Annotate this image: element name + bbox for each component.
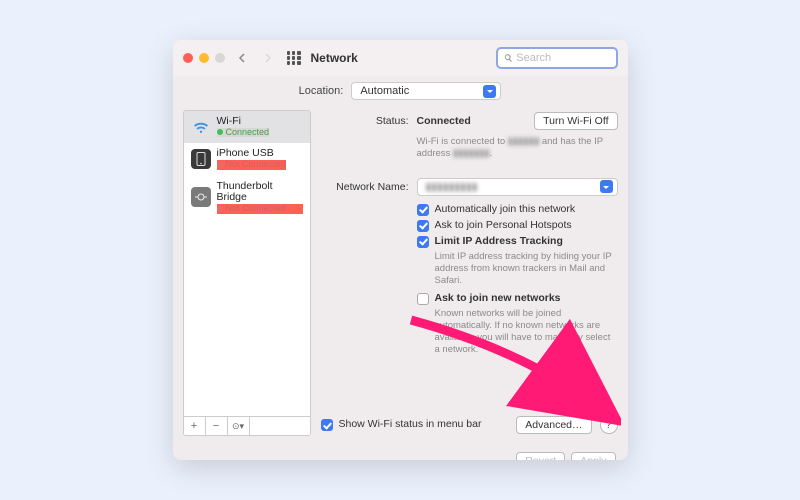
zoom-icon[interactable] [215, 53, 225, 63]
network-name-label: Network Name: [321, 181, 409, 193]
chevron-down-icon [483, 85, 496, 98]
sidebar-controls: + − ⊙▾ [184, 416, 310, 435]
sidebar-item-iphone-usb[interactable]: iPhone USB Not Connected [184, 143, 310, 175]
location-row: Location: Automatic [173, 76, 628, 110]
status-dot-icon [217, 129, 223, 135]
revert-button[interactable]: Revert [516, 452, 565, 460]
status-value: Connected [417, 115, 471, 127]
forward-button[interactable] [259, 49, 277, 67]
location-label: Location: [299, 85, 344, 97]
wifi-off-button[interactable]: Turn Wi-Fi Off [534, 112, 617, 130]
add-interface-button[interactable]: + [184, 417, 206, 435]
remove-interface-button[interactable]: − [206, 417, 228, 435]
location-select[interactable]: Automatic [351, 82, 501, 100]
grid-icon [287, 51, 301, 65]
window-title: Network [311, 51, 358, 65]
ask-new-description: Known networks will be joined automatica… [417, 308, 618, 356]
iphone-icon [191, 149, 211, 169]
status-description: Wi-Fi is connected to ▮▮▮▮▮▮ and has the… [417, 136, 618, 160]
limit-ip-description: Limit IP address tracking by hiding your… [417, 251, 618, 287]
status-dot-icon [217, 162, 223, 168]
status-label: Status: [321, 115, 409, 127]
menubar-status-checkbox[interactable]: Show Wi-Fi status in menu bar [321, 418, 482, 431]
search-icon [504, 53, 513, 63]
sidebar-item-wifi[interactable]: Wi-Fi Connected [184, 111, 310, 143]
search-field[interactable] [496, 47, 618, 69]
location-value: Automatic [360, 85, 409, 97]
minimize-icon[interactable] [199, 53, 209, 63]
advanced-button[interactable]: Advanced… [516, 416, 591, 434]
detail-pane: Status: Connected Turn Wi-Fi Off Wi-Fi i… [321, 110, 618, 436]
apply-button[interactable]: Apply [571, 452, 615, 460]
chevron-down-icon [600, 180, 613, 193]
ask-new-networks-checkbox[interactable]: Ask to join new networks [417, 292, 618, 305]
close-icon[interactable] [183, 53, 193, 63]
footer-buttons: Revert Apply [173, 446, 628, 460]
wifi-icon [191, 117, 211, 137]
network-name-value: ▮▮▮▮▮▮▮▮▮ [426, 181, 478, 193]
network-name-select[interactable]: ▮▮▮▮▮▮▮▮▮ [417, 178, 618, 196]
search-input[interactable] [516, 52, 609, 64]
show-all-button[interactable] [285, 49, 303, 67]
titlebar: Network [173, 40, 628, 76]
limit-ip-tracking-checkbox[interactable]: Limit IP Address Tracking [417, 235, 618, 248]
help-button[interactable]: ? [600, 416, 618, 434]
auto-join-checkbox[interactable]: Automatically join this network [417, 203, 618, 216]
ask-personal-hotspots-checkbox[interactable]: Ask to join Personal Hotspots [417, 219, 618, 232]
interface-sidebar: Wi-Fi Connected iPhone USB Not Connected [183, 110, 311, 436]
sidebar-item-label: Wi-Fi [217, 116, 270, 128]
sidebar-item-thunderbolt[interactable]: Thunderbolt Bridge Not Connected [184, 176, 310, 220]
traffic-lights[interactable] [183, 53, 225, 63]
sidebar-item-label: Thunderbolt Bridge [217, 181, 303, 204]
thunderbolt-icon [191, 187, 211, 207]
network-prefpane: Network Location: Automatic Wi-Fi Connec… [173, 40, 628, 460]
status-dot-icon [217, 206, 223, 212]
interface-menu-button[interactable]: ⊙▾ [228, 417, 250, 435]
back-button[interactable] [233, 49, 251, 67]
